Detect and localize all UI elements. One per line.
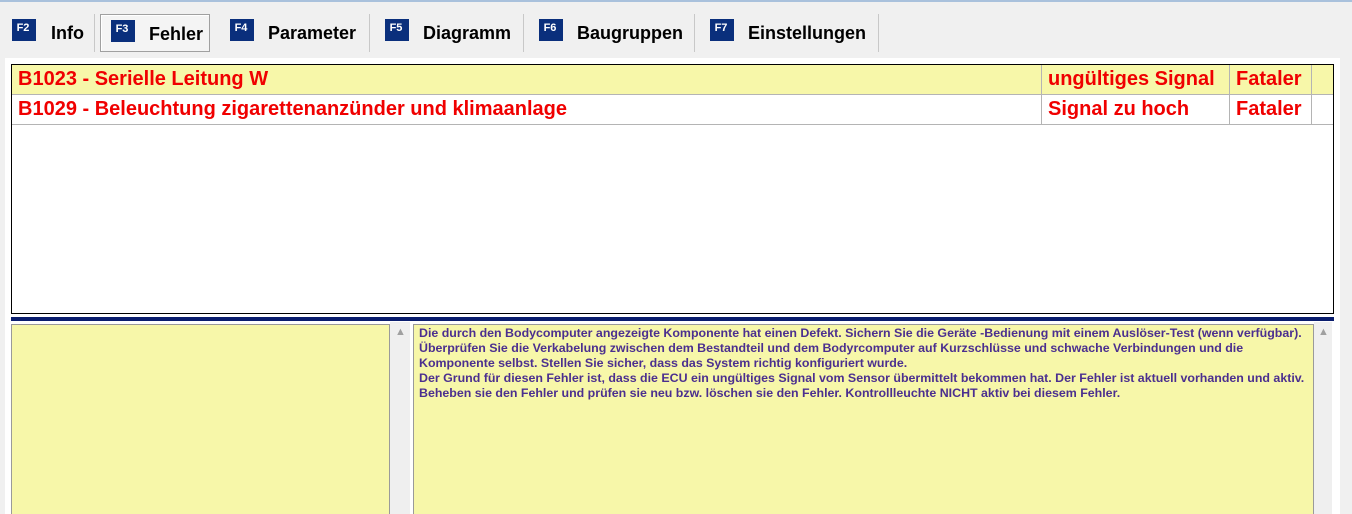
f6-key-badge: F6 bbox=[539, 19, 563, 41]
fault-row[interactable]: B1029 - Beleuchtung zigarettenanzünder u… bbox=[12, 95, 1333, 125]
tab-einstellungen-label: Einstellungen bbox=[748, 23, 867, 43]
tab-parameter[interactable]: F4 Parameter bbox=[218, 14, 370, 52]
f7-key-badge: F7 bbox=[710, 19, 734, 41]
scroll-up-arrow-icon[interactable]: ▲ bbox=[395, 327, 406, 338]
tab-diagramm-label: Diagramm bbox=[423, 23, 512, 43]
content-right-edge bbox=[1340, 58, 1352, 514]
tab-fehler[interactable]: F3 Fehler bbox=[100, 14, 210, 52]
fault-code-cell: B1029 - Beleuchtung zigarettenanzünder u… bbox=[18, 98, 568, 120]
fault-code-cell: B1023 - Serielle Leitung W bbox=[18, 68, 269, 90]
tab-info-label: Info bbox=[51, 23, 84, 43]
left-panel-scrollbar[interactable]: ▲ bbox=[390, 322, 410, 514]
description-paragraph: Die durch den Bodycomputer angezeigte Ko… bbox=[419, 326, 1302, 370]
f5-key-badge: F5 bbox=[385, 19, 409, 41]
panel-splitter[interactable] bbox=[11, 317, 1334, 321]
fault-extra-cell bbox=[1311, 65, 1333, 94]
tab-fehler-label: Fehler bbox=[149, 24, 204, 44]
fault-severity-cell: Fataler bbox=[1229, 95, 1311, 124]
tab-info[interactable]: F2 Info bbox=[0, 14, 95, 52]
fault-list: B1023 - Serielle Leitung W ungültiges Si… bbox=[11, 64, 1334, 314]
description-paragraph: Der Grund für diesen Fehler ist, dass di… bbox=[419, 371, 1305, 400]
tab-baugruppen-label: Baugruppen bbox=[577, 23, 683, 43]
f2-key-badge: F2 bbox=[12, 19, 36, 41]
function-tab-bar: F2 Info F3 Fehler F4 Parameter F5 Diagra… bbox=[0, 2, 1352, 58]
tab-baugruppen[interactable]: F6 Baugruppen bbox=[527, 14, 695, 52]
fault-description-text: Die durch den Bodycomputer angezeigte Ko… bbox=[413, 324, 1314, 514]
f4-key-badge: F4 bbox=[230, 19, 254, 41]
tab-einstellungen[interactable]: F7 Einstellungen bbox=[698, 14, 879, 52]
fault-severity-cell: Fataler bbox=[1229, 65, 1311, 94]
fault-status-cell: Signal zu hoch bbox=[1041, 95, 1229, 124]
f3-key-badge: F3 bbox=[111, 20, 135, 42]
scroll-up-arrow-icon[interactable]: ▲ bbox=[1318, 327, 1329, 338]
fault-status-cell: ungültiges Signal bbox=[1041, 65, 1229, 94]
tab-diagramm[interactable]: F5 Diagramm bbox=[373, 14, 524, 52]
fault-row[interactable]: B1023 - Serielle Leitung W ungültiges Si… bbox=[12, 65, 1333, 95]
fault-extra-cell bbox=[1311, 95, 1333, 124]
fault-detail-panel bbox=[11, 324, 390, 514]
description-scrollbar[interactable]: ▲ bbox=[1314, 322, 1332, 514]
tab-parameter-label: Parameter bbox=[268, 23, 357, 43]
content-left-edge bbox=[0, 58, 5, 514]
